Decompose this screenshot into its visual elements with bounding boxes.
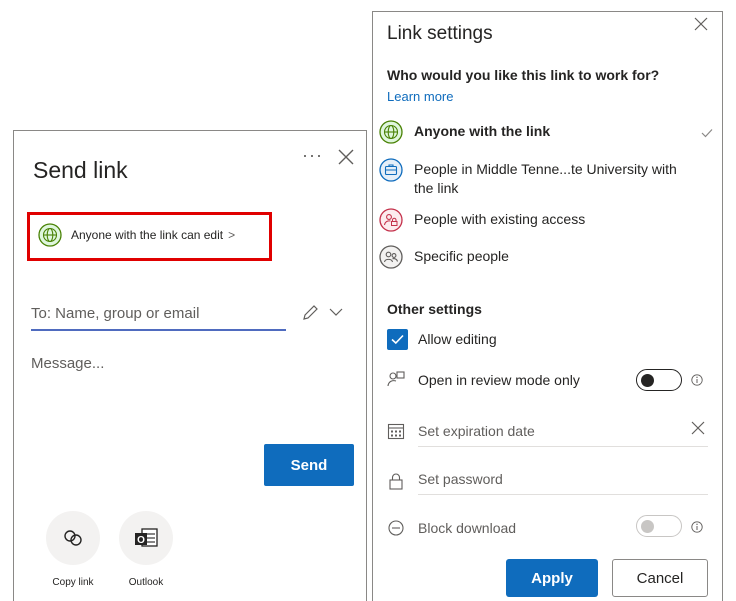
review-mode-label: Open in review mode only bbox=[418, 372, 580, 388]
outlook-button[interactable]: O bbox=[119, 511, 173, 565]
block-download-toggle[interactable] bbox=[636, 515, 682, 537]
globe-icon bbox=[379, 120, 403, 144]
copy-link-button[interactable] bbox=[46, 511, 100, 565]
option-label: Anyone with the link bbox=[414, 123, 551, 139]
chevron-down-icon[interactable] bbox=[329, 307, 343, 317]
clear-icon[interactable] bbox=[691, 421, 705, 435]
info-icon[interactable] bbox=[691, 521, 703, 533]
password-field[interactable]: Set password bbox=[418, 471, 503, 487]
cancel-button[interactable]: Cancel bbox=[612, 559, 708, 597]
permission-button[interactable]: Anyone with the link can edit > bbox=[38, 223, 235, 247]
chevron-right-icon: > bbox=[228, 228, 236, 242]
permission-label: Anyone with the link can edit bbox=[71, 228, 224, 242]
checkmark-icon bbox=[391, 334, 404, 345]
block-icon bbox=[388, 520, 404, 536]
block-download-label: Block download bbox=[418, 520, 517, 536]
checkmark-icon bbox=[701, 129, 713, 138]
people-icon bbox=[379, 245, 403, 269]
expiration-date-field[interactable]: Set expiration date bbox=[418, 423, 535, 439]
copy-link-label: Copy link bbox=[52, 577, 94, 588]
to-field[interactable] bbox=[31, 297, 286, 331]
audience-question: Who would you like this link to work for… bbox=[387, 67, 660, 83]
send-link-panel: Send link ··· Anyone with the link can e… bbox=[13, 130, 367, 601]
outlook-label: Outlook bbox=[128, 577, 164, 588]
option-label: People in Middle Tenne...te University w… bbox=[414, 161, 677, 196]
message-field[interactable]: Message... bbox=[31, 355, 104, 372]
more-options-icon[interactable]: ··· bbox=[302, 145, 323, 166]
review-icon bbox=[387, 371, 405, 387]
send-link-title: Send link bbox=[33, 157, 128, 183]
recipient-input[interactable] bbox=[31, 304, 286, 322]
calendar-icon bbox=[387, 423, 405, 440]
learn-more-link[interactable]: Learn more bbox=[387, 89, 453, 104]
option-label: Specific people bbox=[414, 248, 509, 264]
option-label: People with existing access bbox=[414, 211, 586, 227]
send-button[interactable]: Send bbox=[264, 444, 354, 486]
divider bbox=[418, 494, 708, 495]
option-anyone[interactable]: Anyone with the link bbox=[379, 120, 550, 144]
review-mode-toggle[interactable] bbox=[636, 369, 682, 391]
allow-editing-label: Allow editing bbox=[418, 331, 497, 347]
apply-button[interactable]: Apply bbox=[506, 559, 598, 597]
briefcase-icon bbox=[379, 158, 403, 182]
other-settings-heading: Other settings bbox=[387, 301, 482, 317]
divider bbox=[418, 446, 708, 447]
info-icon[interactable] bbox=[691, 374, 703, 386]
svg-text:O: O bbox=[137, 535, 145, 546]
outlook-icon: O bbox=[135, 528, 158, 547]
people-lock-icon bbox=[379, 208, 403, 232]
option-organization[interactable]: People in Middle Tenne...te University w… bbox=[379, 158, 684, 198]
option-specific-people[interactable]: Specific people bbox=[379, 245, 509, 269]
link-settings-panel: Link settings Who would you like this li… bbox=[372, 11, 723, 601]
close-icon[interactable] bbox=[693, 16, 709, 32]
link-icon bbox=[64, 530, 82, 546]
close-icon[interactable] bbox=[336, 147, 356, 167]
copy-link-option[interactable]: Copy link bbox=[38, 511, 108, 588]
pencil-icon[interactable] bbox=[301, 304, 319, 322]
outlook-option[interactable]: O Outlook bbox=[111, 511, 181, 588]
lock-icon bbox=[389, 473, 403, 490]
allow-editing-checkbox[interactable] bbox=[387, 329, 408, 350]
option-existing-access[interactable]: People with existing access bbox=[379, 208, 585, 232]
link-settings-title: Link settings bbox=[387, 23, 493, 44]
permission-highlight: Anyone with the link can edit > bbox=[27, 212, 272, 261]
globe-icon bbox=[38, 223, 62, 247]
